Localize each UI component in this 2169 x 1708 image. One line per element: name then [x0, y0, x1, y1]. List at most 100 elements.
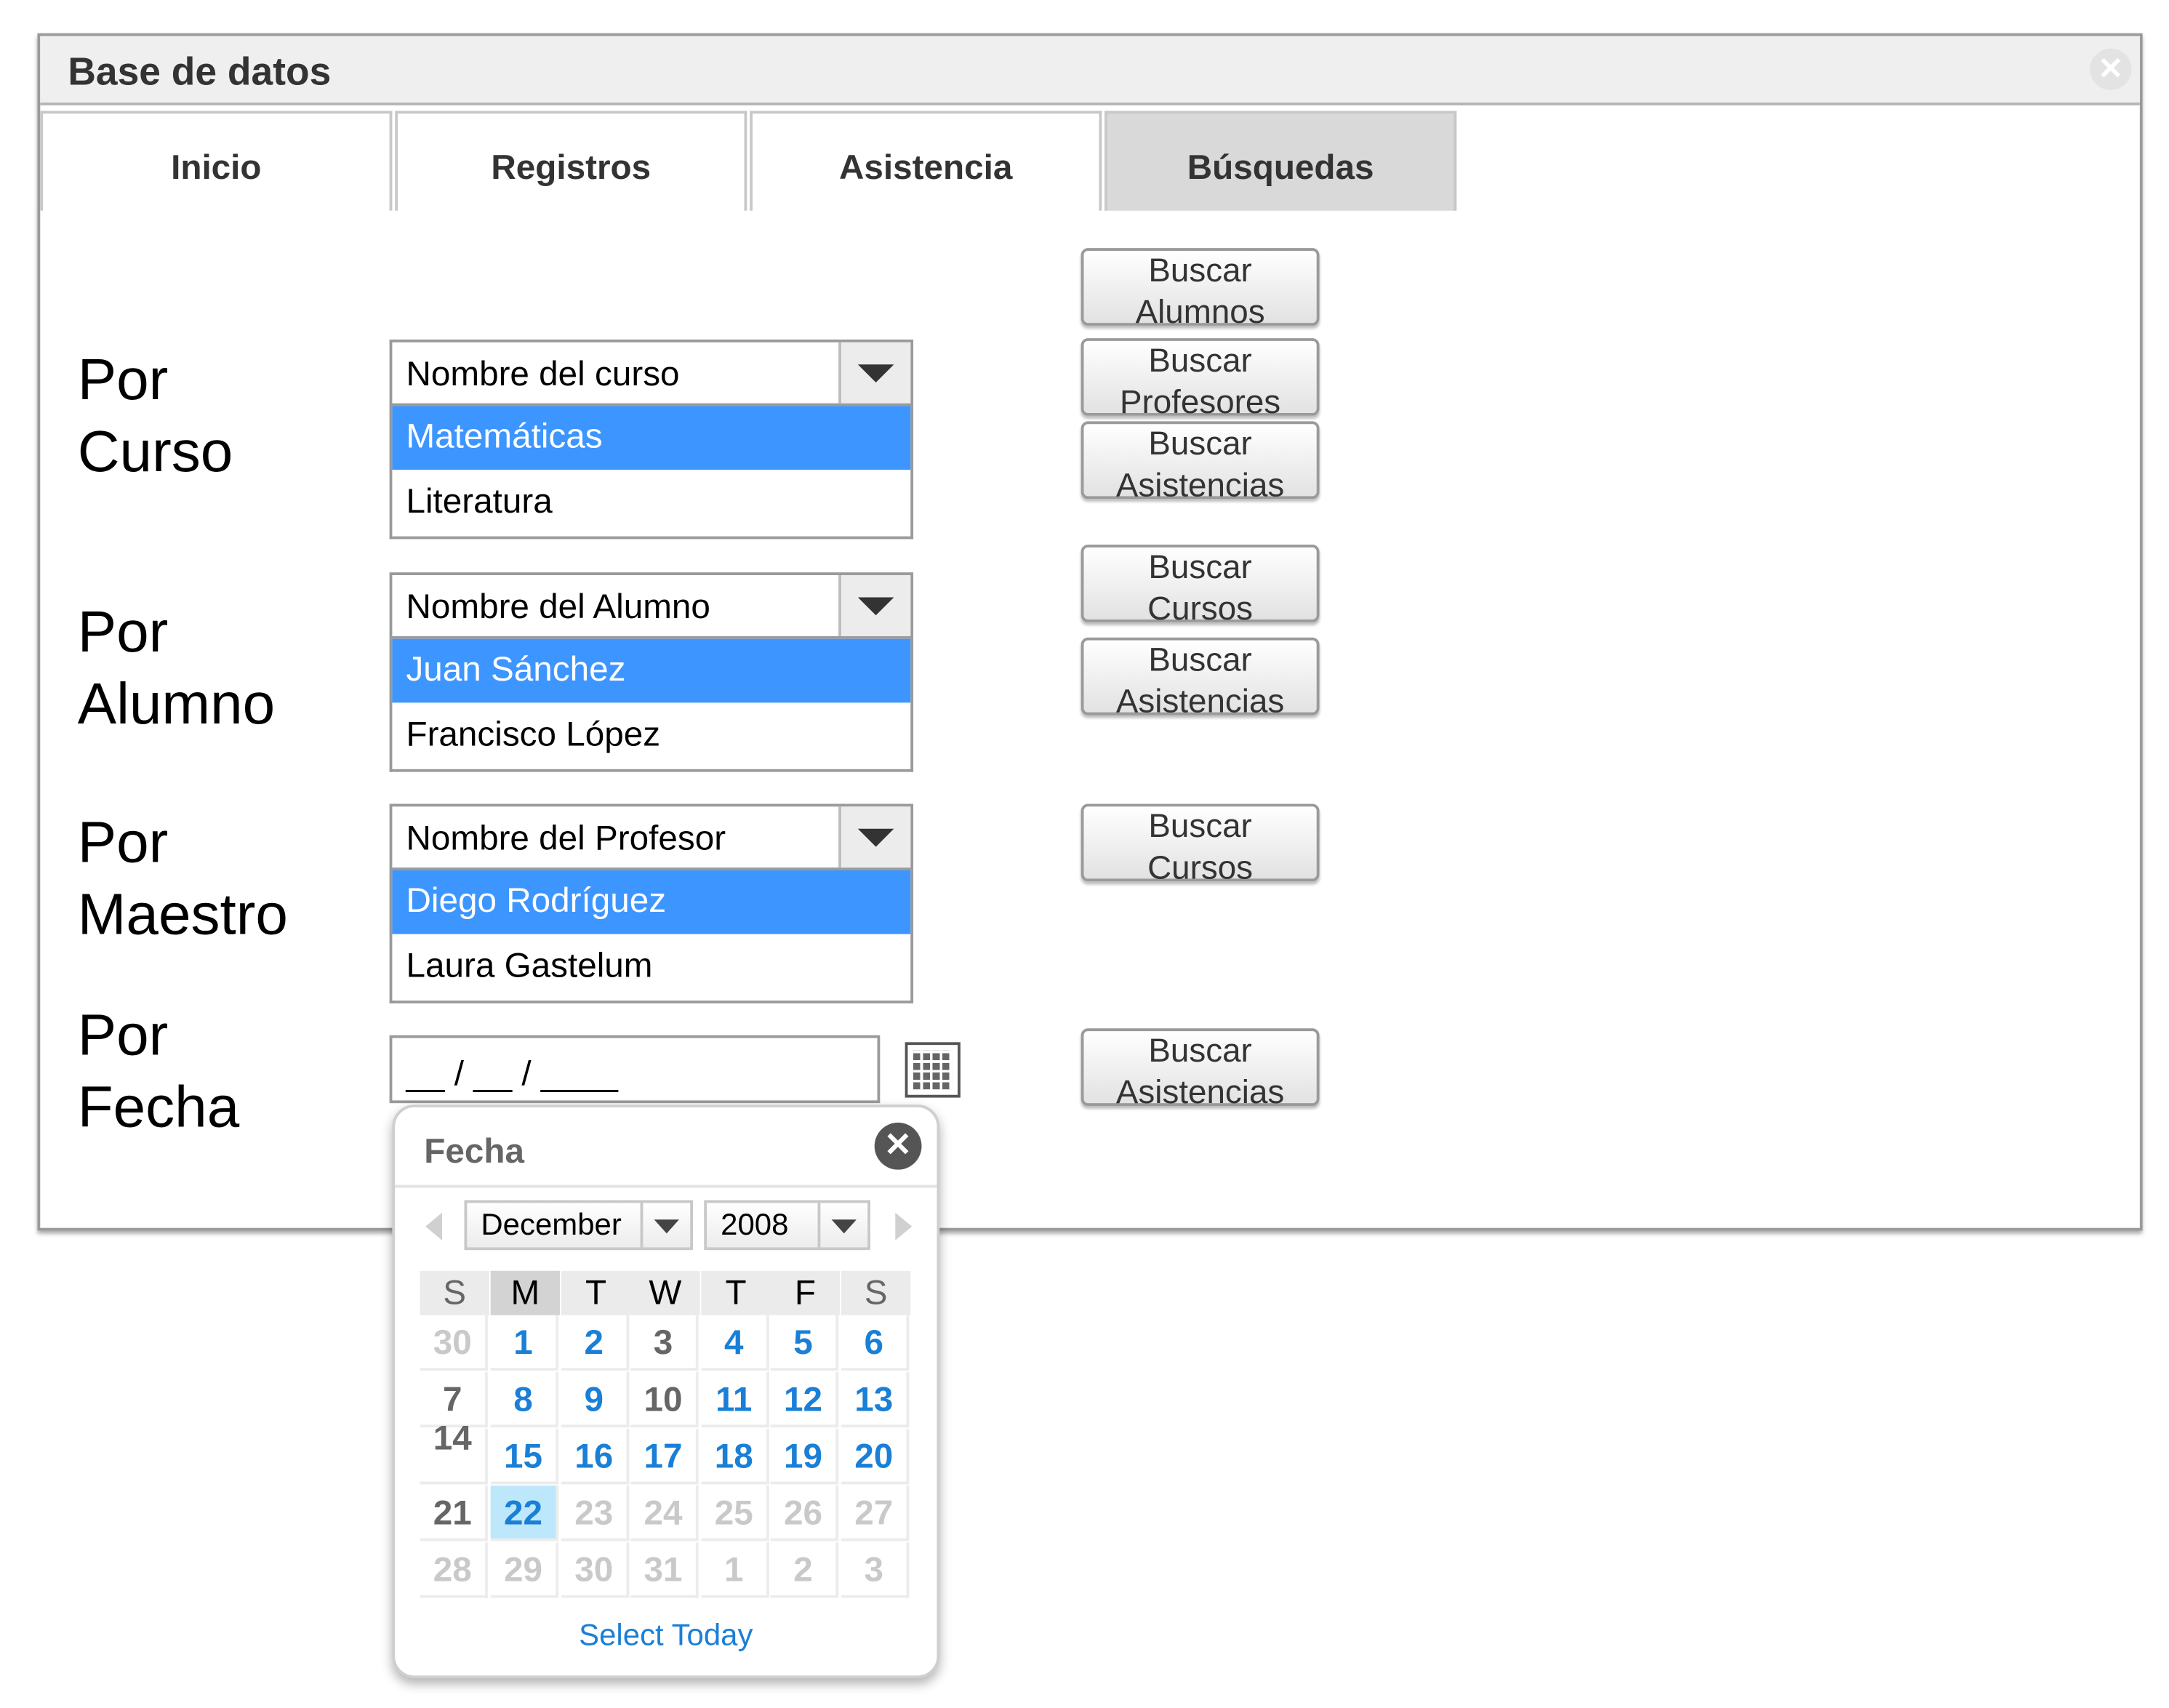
- day-cell[interactable]: 17: [630, 1429, 699, 1485]
- chevron-down-icon[interactable]: [640, 1203, 691, 1248]
- section-label-line1: Por: [77, 1002, 169, 1067]
- button-line2: Alumnos: [1135, 294, 1265, 332]
- buscar-asistencias-curso-button[interactable]: Buscar Asistencias: [1081, 421, 1320, 505]
- day-cell[interactable]: 12: [770, 1371, 839, 1428]
- option-francisco-lopez[interactable]: Francisco López: [392, 704, 910, 768]
- button-line1: Buscar: [1148, 1032, 1252, 1070]
- button-line2: Cursos: [1147, 590, 1254, 628]
- alumno-select-value: Nombre del Alumno: [406, 588, 710, 627]
- tab-asistencia[interactable]: Asistencia: [750, 111, 1102, 211]
- profesor-select[interactable]: Nombre del Profesor: [389, 803, 914, 870]
- curso-options-list: Matemáticas Literatura: [389, 406, 914, 540]
- day-cell[interactable]: 10: [630, 1371, 699, 1428]
- button-line2: Profesores: [1119, 383, 1281, 422]
- buscar-alumnos-button[interactable]: Buscar Alumnos: [1081, 248, 1320, 332]
- year-value: 2008: [721, 1207, 789, 1242]
- day-cell[interactable]: 4: [701, 1315, 769, 1371]
- weekday-header: W: [630, 1270, 700, 1315]
- day-cell[interactable]: 20: [841, 1429, 910, 1485]
- day-cell[interactable]: 9: [561, 1371, 630, 1428]
- button-line2: Cursos: [1147, 849, 1254, 887]
- month-select[interactable]: December: [464, 1200, 693, 1251]
- calendar-icon[interactable]: [905, 1042, 961, 1098]
- weekday-header: T: [701, 1270, 771, 1315]
- buscar-cursos-alumno-button[interactable]: Buscar Cursos: [1081, 545, 1320, 628]
- date-input[interactable]: __ / __ / ____: [389, 1035, 881, 1104]
- day-cell[interactable]: 14: [420, 1422, 488, 1485]
- day-cell[interactable]: 1: [490, 1315, 559, 1371]
- close-icon[interactable]: ✕: [874, 1122, 922, 1170]
- weekday-header: S: [420, 1270, 489, 1315]
- chevron-down-icon[interactable]: [838, 806, 911, 868]
- day-cell[interactable]: 13: [841, 1371, 910, 1428]
- day-cell[interactable]: 30: [420, 1315, 488, 1371]
- weekday-header: F: [770, 1270, 841, 1315]
- month-value: December: [481, 1207, 622, 1242]
- day-cell[interactable]: 3: [630, 1315, 699, 1371]
- tab-registros[interactable]: Registros: [395, 111, 747, 211]
- option-juan-sanchez[interactable]: Juan Sánchez: [392, 638, 911, 703]
- day-cell[interactable]: 6: [841, 1315, 910, 1371]
- database-window: Base de datos ✕ Inicio Registros Asisten…: [37, 33, 2143, 1231]
- day-cell[interactable]: 18: [701, 1429, 769, 1485]
- day-cell[interactable]: 27: [841, 1486, 910, 1541]
- window-title: Base de datos: [68, 49, 332, 93]
- day-cell[interactable]: 23: [561, 1486, 630, 1541]
- day-cell[interactable]: 1: [701, 1542, 769, 1598]
- day-cell[interactable]: 8: [490, 1371, 559, 1428]
- tab-busquedas[interactable]: Búsquedas: [1104, 111, 1457, 211]
- year-select[interactable]: 2008: [704, 1200, 870, 1251]
- today-cell[interactable]: 22: [490, 1486, 559, 1541]
- day-cell[interactable]: 21: [420, 1486, 488, 1541]
- chevron-down-icon[interactable]: [817, 1203, 868, 1248]
- section-label-line1: Por: [77, 346, 169, 412]
- datepicker-title: Fecha: [424, 1132, 524, 1171]
- day-cell[interactable]: 29: [490, 1542, 559, 1598]
- section-label-line1: Por: [77, 809, 169, 875]
- day-cell[interactable]: 28: [420, 1542, 488, 1598]
- day-cell[interactable]: 2: [770, 1542, 839, 1598]
- option-laura-gastelum[interactable]: Laura Gastelum: [392, 936, 910, 1000]
- alumno-options-list: Juan Sánchez Francisco López: [389, 638, 914, 772]
- profesor-select-value: Nombre del Profesor: [406, 819, 726, 858]
- select-today-link[interactable]: Select Today: [395, 1617, 937, 1653]
- day-cell[interactable]: 3: [841, 1542, 910, 1598]
- section-label-line2: Alumno: [77, 670, 276, 737]
- button-line1: Buscar: [1148, 548, 1252, 587]
- button-line2: Asistencias: [1115, 467, 1285, 505]
- day-cell[interactable]: 5: [770, 1315, 839, 1371]
- option-literatura[interactable]: Literatura: [392, 471, 910, 535]
- chevron-down-icon[interactable]: [838, 574, 911, 636]
- day-cell[interactable]: 2: [561, 1315, 630, 1371]
- button-line2: Asistencias: [1115, 683, 1285, 721]
- button-line1: Buscar: [1148, 252, 1252, 290]
- day-cell[interactable]: 24: [630, 1486, 699, 1541]
- buscar-asistencias-fecha-button[interactable]: Buscar Asistencias: [1081, 1028, 1320, 1112]
- day-cell[interactable]: 16: [561, 1429, 630, 1485]
- day-cell[interactable]: 26: [770, 1486, 839, 1541]
- curso-select[interactable]: Nombre del curso: [389, 339, 914, 406]
- option-diego-rodriguez[interactable]: Diego Rodríguez: [392, 870, 911, 934]
- day-cell[interactable]: 25: [701, 1486, 769, 1541]
- day-cell[interactable]: 11: [701, 1371, 769, 1428]
- day-cell[interactable]: 19: [770, 1429, 839, 1485]
- chevron-left-icon[interactable]: [425, 1212, 443, 1240]
- buscar-cursos-profesor-button[interactable]: Buscar Cursos: [1081, 803, 1320, 887]
- buscar-asistencias-alumno-button[interactable]: Buscar Asistencias: [1081, 637, 1320, 721]
- button-line1: Buscar: [1148, 808, 1252, 846]
- option-matematicas[interactable]: Matemáticas: [392, 406, 911, 470]
- section-label-fecha: Por Fecha: [78, 999, 239, 1143]
- chevron-right-icon[interactable]: [895, 1212, 913, 1240]
- alumno-select[interactable]: Nombre del Alumno: [389, 572, 914, 639]
- close-icon[interactable]: ✕: [2090, 48, 2132, 90]
- day-cell[interactable]: 30: [561, 1542, 630, 1598]
- buscar-profesores-button[interactable]: Buscar Profesores: [1081, 338, 1320, 421]
- chevron-down-icon[interactable]: [838, 342, 911, 404]
- section-label-line1: Por: [77, 598, 169, 664]
- day-cell[interactable]: 15: [490, 1429, 559, 1485]
- section-label-alumno: Por Alumno: [78, 596, 275, 740]
- weekday-header: M: [490, 1270, 561, 1315]
- day-cell[interactable]: 31: [630, 1542, 699, 1598]
- tab-inicio[interactable]: Inicio: [40, 111, 393, 211]
- title-bar: Base de datos ✕: [40, 36, 2140, 105]
